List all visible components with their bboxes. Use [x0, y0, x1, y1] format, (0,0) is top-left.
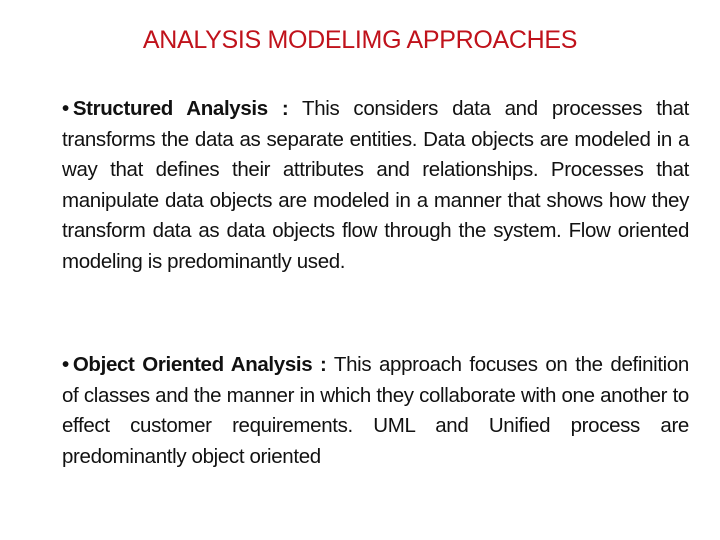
bullet-marker: •: [62, 97, 69, 120]
bullet-term: Object Oriented Analysis :: [72, 353, 327, 376]
bullet-object-oriented-analysis: • Object Oriented Analysis : This approac…: [62, 350, 689, 472]
bullet-text: This considers data and processes that t…: [62, 97, 689, 273]
bullet-term: Structured Analysis :: [72, 97, 289, 120]
bullet-structured-analysis: • Structured Analysis : This considers da…: [62, 94, 689, 277]
bullet-marker: •: [62, 353, 69, 376]
slide-title: ANALYSIS MODELIMG APPROACHES: [142, 26, 578, 54]
